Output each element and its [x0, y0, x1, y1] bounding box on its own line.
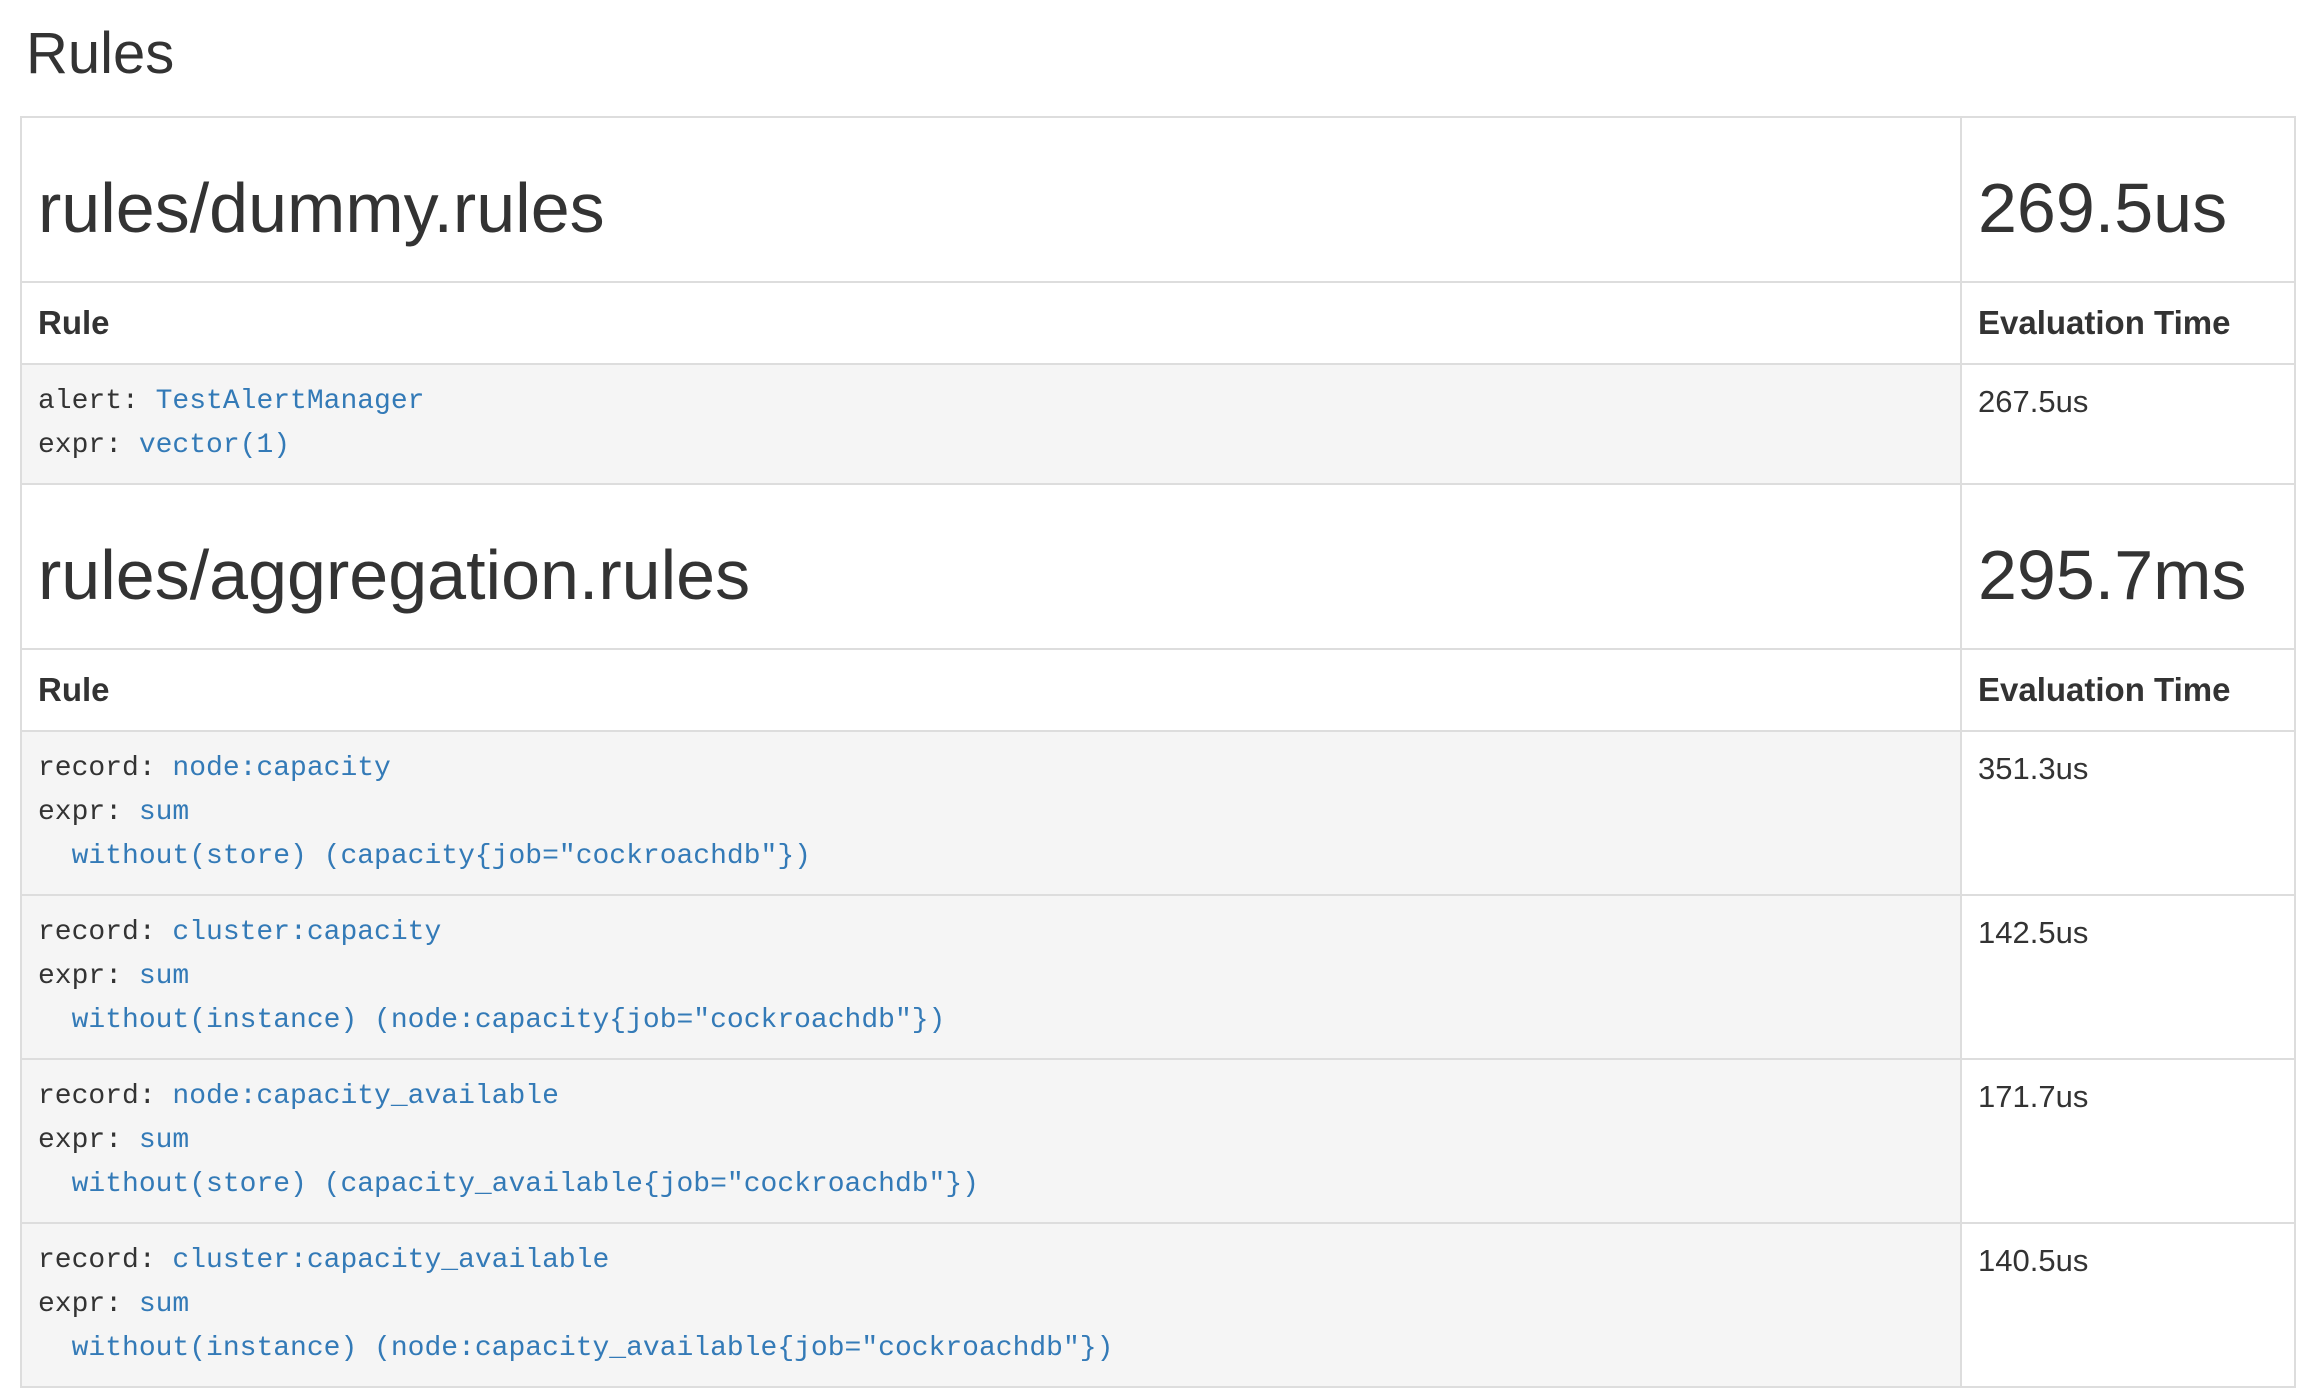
rule-code-text: record: — [38, 1245, 172, 1276]
rule-group-header-row: rules/aggregation.rules 295.7ms — [21, 484, 2295, 649]
rule-column-header: Rule — [21, 282, 1961, 364]
rule-code-text — [38, 1005, 72, 1036]
rule-group-header-row: rules/dummy.rules 269.5us — [21, 117, 2295, 282]
rule-code-text: expr: — [38, 961, 139, 992]
rule-link[interactable]: sum — [139, 961, 189, 992]
rule-link[interactable]: sum — [139, 797, 189, 828]
rule-link[interactable]: without(store) (capacity_available{job="… — [72, 1169, 979, 1200]
rule-link[interactable]: without(instance) (node:capacity_availab… — [72, 1333, 1114, 1364]
rule-code-line: without(instance) (node:capacity{job="co… — [38, 999, 1944, 1043]
rule-link[interactable]: cluster:capacity — [172, 917, 441, 948]
rule-code-line: expr: sum — [38, 791, 1944, 835]
rule-code-text: expr: — [38, 797, 139, 828]
rule-evaluation-time: 140.5us — [1961, 1223, 2295, 1387]
rule-code-text: expr: — [38, 430, 139, 461]
rule-evaluation-time: 351.3us — [1961, 731, 2295, 895]
rule-code-text: expr: — [38, 1125, 139, 1156]
rule-code-line: without(store) (capacity{job="cockroachd… — [38, 835, 1944, 879]
rule-code-text: alert: — [38, 386, 156, 417]
rule-definition-cell: alert: TestAlertManagerexpr: vector(1) — [21, 364, 1961, 484]
rule-link[interactable]: cluster:capacity_available — [172, 1245, 609, 1276]
rule-group-name: rules/aggregation.rules — [38, 537, 1944, 614]
rule-row: record: node:capacity_availableexpr: sum… — [21, 1059, 2295, 1223]
rule-row: record: node:capacityexpr: sum without(s… — [21, 731, 2295, 895]
rule-link[interactable]: vector(1) — [139, 430, 290, 461]
rule-group-name: rules/dummy.rules — [38, 170, 1944, 247]
rule-group-evaluation-time: 295.7ms — [1978, 537, 2278, 614]
rule-link[interactable]: sum — [139, 1125, 189, 1156]
rules-table: rules/dummy.rules 269.5us Rule Evaluatio… — [20, 116, 2296, 1388]
rule-code-text — [38, 1333, 72, 1364]
evaluation-time-column-header: Evaluation Time — [1961, 649, 2295, 731]
rule-definition-cell: record: node:capacity_availableexpr: sum… — [21, 1059, 1961, 1223]
rule-definition-cell: record: cluster:capacityexpr: sum withou… — [21, 895, 1961, 1059]
table-column-header-row: Rule Evaluation Time — [21, 649, 2295, 731]
rule-link[interactable]: without(instance) (node:capacity{job="co… — [72, 1005, 946, 1036]
rule-definition-cell: record: cluster:capacity_availableexpr: … — [21, 1223, 1961, 1387]
rule-code-line: record: node:capacity — [38, 747, 1944, 791]
table-column-header-row: Rule Evaluation Time — [21, 282, 2295, 364]
rule-code-text: expr: — [38, 1289, 139, 1320]
evaluation-time-column-header: Evaluation Time — [1961, 282, 2295, 364]
rule-link[interactable]: node:capacity — [172, 753, 390, 784]
rules-table-body: rules/dummy.rules 269.5us Rule Evaluatio… — [21, 117, 2295, 1387]
rule-link[interactable]: node:capacity_available — [172, 1081, 558, 1112]
rule-code-line: expr: sum — [38, 1119, 1944, 1163]
rule-evaluation-time: 171.7us — [1961, 1059, 2295, 1223]
rule-row: record: cluster:capacityexpr: sum withou… — [21, 895, 2295, 1059]
rule-code-line: record: node:capacity_available — [38, 1075, 1944, 1119]
rule-link[interactable]: TestAlertManager — [156, 386, 425, 417]
rule-link[interactable]: without(store) (capacity{job="cockroachd… — [72, 841, 811, 872]
rule-evaluation-time: 142.5us — [1961, 895, 2295, 1059]
rule-link[interactable]: sum — [139, 1289, 189, 1320]
rule-code-text: record: — [38, 917, 172, 948]
rule-row: record: cluster:capacity_availableexpr: … — [21, 1223, 2295, 1387]
rule-code-line: without(store) (capacity_available{job="… — [38, 1163, 1944, 1207]
rule-code-text: record: — [38, 753, 172, 784]
rule-group-evaluation-time: 269.5us — [1978, 170, 2278, 247]
page-title: Rules — [26, 22, 2296, 86]
rule-row: alert: TestAlertManagerexpr: vector(1) 2… — [21, 364, 2295, 484]
rule-code-line: alert: TestAlertManager — [38, 380, 1944, 424]
rule-group-name-cell: rules/dummy.rules — [21, 117, 1961, 282]
rule-code-text — [38, 841, 72, 872]
rule-code-line: record: cluster:capacity_available — [38, 1239, 1944, 1283]
rule-code-text: record: — [38, 1081, 172, 1112]
rule-group-evaluation-time-cell: 295.7ms — [1961, 484, 2295, 649]
rule-code-line: without(instance) (node:capacity_availab… — [38, 1327, 1944, 1371]
rule-group-evaluation-time-cell: 269.5us — [1961, 117, 2295, 282]
rule-code-line: expr: vector(1) — [38, 424, 1944, 468]
rules-page: Rules rules/dummy.rules 269.5us Rule Eva… — [0, 22, 2316, 1388]
rule-code-line: record: cluster:capacity — [38, 911, 1944, 955]
rule-evaluation-time: 267.5us — [1961, 364, 2295, 484]
rule-code-text — [38, 1169, 72, 1200]
rule-code-line: expr: sum — [38, 955, 1944, 999]
rule-group-name-cell: rules/aggregation.rules — [21, 484, 1961, 649]
rule-column-header: Rule — [21, 649, 1961, 731]
rule-code-line: expr: sum — [38, 1283, 1944, 1327]
rule-definition-cell: record: node:capacityexpr: sum without(s… — [21, 731, 1961, 895]
